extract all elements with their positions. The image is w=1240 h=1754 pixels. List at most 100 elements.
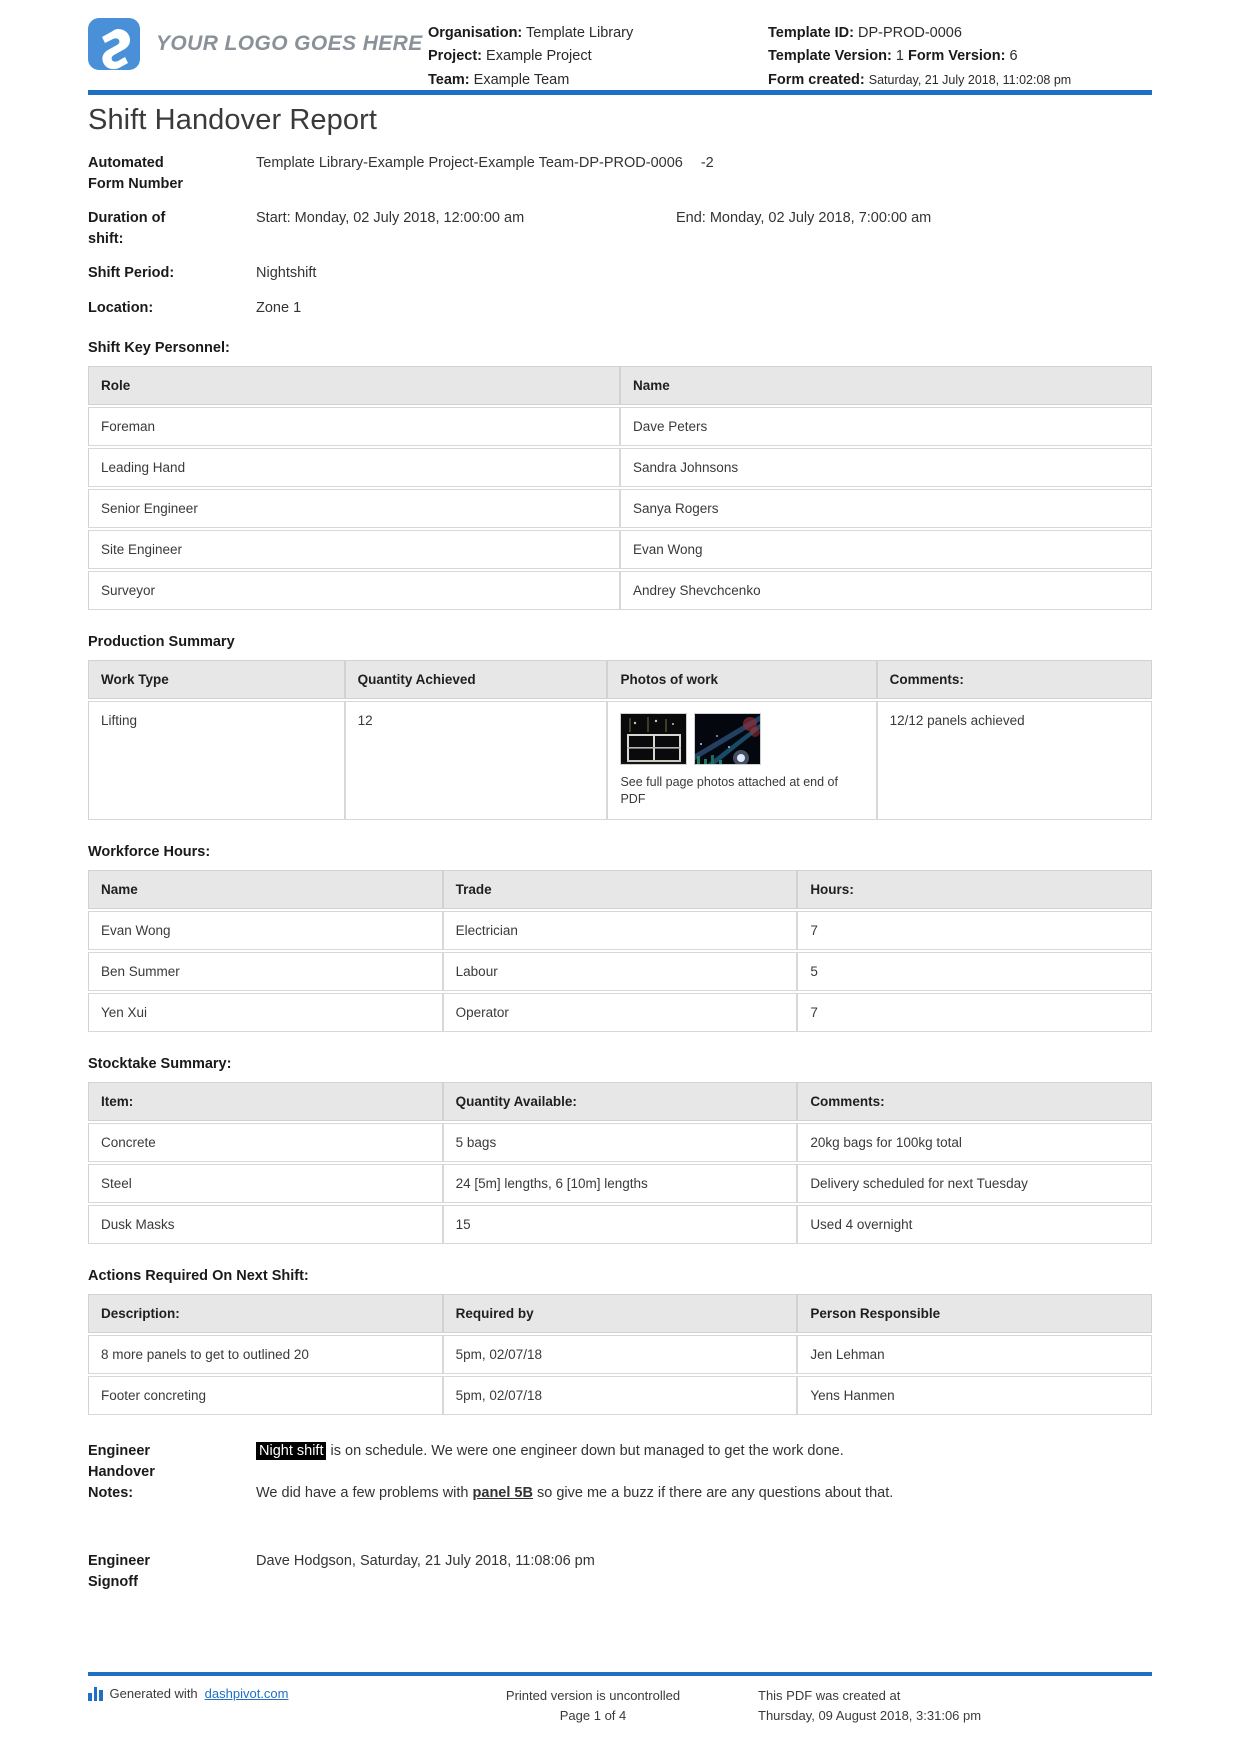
actions-col-person: Person Responsible	[797, 1294, 1152, 1334]
cell-name: Yen Xui	[88, 993, 443, 1033]
signoff-label-line1: Engineer	[88, 1552, 151, 1569]
form-created-value: Saturday, 21 July 2018, 11:02:08 pm	[868, 72, 1072, 87]
team-value: Example Team	[473, 71, 570, 88]
footer-accent-rule	[88, 1672, 1152, 1676]
logo-mark-icon	[88, 18, 140, 70]
production-col-work-type: Work Type	[88, 660, 345, 700]
signoff-value: Dave Hodgson, Saturday, 21 July 2018, 11…	[256, 1552, 595, 1569]
table-row: Evan Wong Electrician 7	[88, 911, 1152, 951]
notes-para1-rest: is on schedule. We were one engineer dow…	[326, 1443, 844, 1460]
cell-hours: 7	[797, 911, 1152, 951]
footer-print-info: Printed version is uncontrolled Page 1 o…	[428, 1686, 758, 1726]
workforce-section-title: Workforce Hours:	[88, 844, 211, 861]
field-automated-form-number: Automated Form Number Template Library-E…	[88, 153, 1152, 194]
document-page: YOUR LOGO GOES HERE Organisation: Templa…	[0, 0, 1240, 1754]
cell-item: Steel	[88, 1164, 443, 1204]
cell-quantity: 15	[442, 1205, 798, 1245]
photo-thumbnail-scaffolding[interactable]	[620, 713, 688, 766]
duration-values: Start: Monday, 02 July 2018, 12:00:00 am…	[256, 208, 1152, 249]
cell-person: Jen Lehman	[797, 1335, 1152, 1375]
duration-label-line2: shift:	[88, 230, 124, 247]
engineer-signoff: Engineer Signoff Dave Hodgson, Saturday,…	[88, 1551, 1152, 1593]
cell-required-by: 5pm, 02/07/18	[442, 1335, 798, 1375]
form-created-label: Form created:	[768, 71, 865, 88]
notes-underlined-panel: panel 5B	[472, 1484, 533, 1501]
location-label: Location:	[88, 299, 154, 316]
cell-person: Yens Hanmen	[797, 1376, 1152, 1416]
notes-label-line2: Handover	[88, 1464, 155, 1481]
notes-highlight: Night shift	[256, 1442, 327, 1461]
table-row: Site Engineer Evan Wong	[88, 530, 1152, 570]
personnel-col-name: Name	[620, 366, 1152, 406]
photo-note: See full page photos attached at end of …	[620, 775, 838, 807]
cell-item: Dusk Masks	[88, 1205, 443, 1245]
notes-para2-before: We did have a few problems with	[256, 1484, 473, 1501]
cell-photos: See full page photos attached at end of …	[607, 701, 877, 821]
duration-start: Start: Monday, 02 July 2018, 12:00:00 am	[256, 210, 525, 227]
table-header-row: Name Trade Hours:	[88, 870, 1152, 910]
project-line: Project: Example Project	[428, 45, 768, 68]
personnel-col-role: Role	[88, 366, 620, 406]
workforce-col-hours: Hours:	[797, 870, 1152, 910]
table-row: Surveyor Andrey Shevchcenko	[88, 571, 1152, 611]
footer-uncontrolled: Printed version is uncontrolled	[505, 1687, 681, 1703]
production-section-title: Production Summary	[88, 634, 235, 651]
template-version-value: 1	[895, 48, 904, 65]
field-duration-of-shift: Duration of shift: Start: Monday, 02 Jul…	[88, 208, 1152, 249]
notes-label-line3: Notes:	[88, 1485, 134, 1502]
cell-item: Concrete	[88, 1123, 443, 1163]
organisation-line: Organisation: Template Library	[428, 22, 768, 45]
actions-col-description: Description:	[88, 1294, 443, 1334]
dashpivot-link[interactable]: dashpivot.com	[205, 1686, 289, 1701]
cell-name: Sanya Rogers	[620, 489, 1152, 529]
cell-comments: 20kg bags for 100kg total	[797, 1123, 1152, 1163]
cell-role: Surveyor	[88, 571, 620, 611]
personnel-section-title: Shift Key Personnel:	[88, 340, 230, 357]
table-header-row: Role Name	[88, 366, 1152, 406]
form-number-label-line2: Form Number	[88, 175, 184, 192]
production-col-quantity: Quantity Achieved	[344, 660, 608, 700]
project-value: Example Project	[486, 48, 592, 65]
table-row: 8 more panels to get to outlined 20 5pm,…	[88, 1335, 1152, 1375]
organisation-label: Organisation:	[428, 25, 523, 41]
form-number-label: Automated Form Number	[88, 153, 256, 194]
cell-trade: Electrician	[442, 911, 798, 951]
company-logo: YOUR LOGO GOES HERE	[88, 18, 428, 70]
production-col-comments: Comments:	[876, 660, 1152, 700]
cell-comments: Delivery scheduled for next Tuesday	[797, 1164, 1152, 1204]
notes-label-line1: Engineer	[88, 1443, 151, 1460]
duration-label: Duration of shift:	[88, 208, 256, 249]
footer-generated-with: Generated with dashpivot.com	[88, 1686, 428, 1701]
cell-quantity: 5 bags	[442, 1123, 798, 1163]
table-row: Lifting 12 See full page photos attached…	[88, 701, 1152, 821]
table-header-row: Item: Quantity Available: Comments:	[88, 1082, 1152, 1122]
table-row: Foreman Dave Peters	[88, 407, 1152, 447]
cell-name: Evan Wong	[620, 530, 1152, 570]
notes-body: Night shift is on schedule. We were one …	[256, 1441, 1152, 1525]
workforce-table: Name Trade Hours: Evan Wong Electrician …	[88, 868, 1152, 1034]
photo-thumbnails	[620, 713, 863, 766]
notes-para2-after: so give me a buzz if there are any quest…	[532, 1484, 894, 1501]
shift-period-value: Nightshift	[256, 265, 317, 282]
workforce-col-name: Name	[88, 870, 443, 910]
production-col-photos: Photos of work	[607, 660, 877, 700]
personnel-table: Role Name Foreman Dave Peters Leading Ha…	[88, 364, 1152, 612]
cell-trade: Operator	[442, 993, 798, 1033]
stocktake-col-quantity: Quantity Available:	[442, 1082, 798, 1122]
photo-thumbnail-night-lights[interactable]	[694, 713, 762, 766]
table-header-row: Description: Required by Person Responsi…	[88, 1294, 1152, 1334]
header-meta-right: Template ID: DP-PROD-0006 Template Versi…	[768, 18, 1152, 92]
table-row: Yen Xui Operator 7	[88, 993, 1152, 1033]
table-row: Ben Summer Labour 5	[88, 952, 1152, 992]
notes-label: Engineer Handover Notes:	[88, 1441, 256, 1525]
cell-required-by: 5pm, 02/07/18	[442, 1376, 798, 1416]
template-id-label: Template ID:	[768, 25, 854, 41]
cell-quantity: 12	[344, 701, 608, 821]
cell-quantity: 24 [5m] lengths, 6 [10m] lengths	[442, 1164, 798, 1204]
actions-table: Description: Required by Person Responsi…	[88, 1292, 1152, 1417]
table-header-row: Work Type Quantity Achieved Photos of wo…	[88, 660, 1152, 700]
form-number-value: Template Library-Example Project-Example…	[256, 155, 683, 171]
shift-period-label: Shift Period:	[88, 265, 175, 282]
cell-name: Dave Peters	[620, 407, 1152, 447]
duration-label-line1: Duration of	[88, 210, 166, 227]
